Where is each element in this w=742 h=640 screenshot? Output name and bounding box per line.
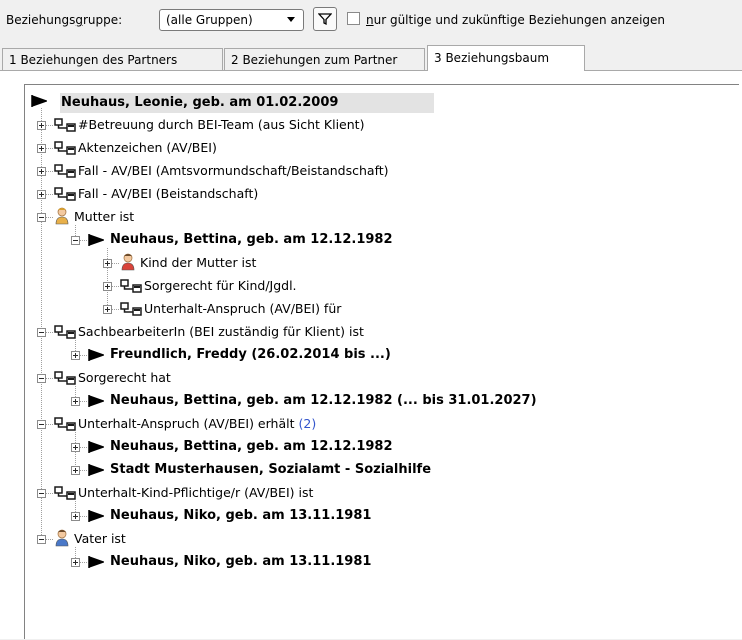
relation-group-select[interactable]: (alle Gruppen) bbox=[159, 9, 304, 31]
tree-node-label: Neuhaus, Bettina, geb. am 12.12.1982 (..… bbox=[110, 393, 537, 408]
expand-icon[interactable] bbox=[71, 443, 80, 452]
relation-icon bbox=[120, 279, 142, 293]
tree-node-label: #Betreuung durch BEI-Team (aus Sicht Kli… bbox=[78, 117, 365, 132]
expand-icon[interactable] bbox=[103, 259, 112, 268]
tab-label: 2 Beziehungen zum Partner bbox=[231, 53, 398, 67]
relation-icon bbox=[54, 486, 76, 500]
mother-icon bbox=[55, 207, 69, 225]
tab-panel: Neuhaus, Leonie, geb. am 01.02.2009 #Betr… bbox=[0, 71, 742, 639]
collapse-icon[interactable] bbox=[37, 213, 46, 222]
expand-icon[interactable] bbox=[37, 190, 46, 199]
only-valid-label[interactable]: nur gültige und zukünftige Beziehungen a… bbox=[366, 13, 665, 27]
relation-group-value: (alle Gruppen) bbox=[166, 13, 253, 27]
filter-icon bbox=[318, 13, 332, 26]
tab-relation-tree[interactable]: 3 Beziehungsbaum bbox=[427, 45, 585, 71]
expand-icon[interactable] bbox=[37, 144, 46, 153]
tree-node-label: SachbearbeiterIn (BEI zuständig für Klie… bbox=[78, 324, 364, 339]
relation-group-label: Beziehungsgruppe: bbox=[6, 13, 123, 27]
tree-node-label: Aktenzeichen (AV/BEI) bbox=[78, 140, 217, 155]
expand-icon[interactable] bbox=[71, 351, 80, 360]
tree-node-label: Stadt Musterhausen, Sozialamt - Sozialhi… bbox=[110, 462, 432, 477]
tab-label: 3 Beziehungsbaum bbox=[434, 51, 550, 65]
person-flag-icon bbox=[88, 463, 106, 477]
tree-node-label: Neuhaus, Bettina, geb. am 12.12.1982 bbox=[110, 232, 393, 247]
expand-icon[interactable] bbox=[71, 558, 80, 567]
expand-icon[interactable] bbox=[71, 512, 80, 521]
child-icon bbox=[121, 253, 135, 271]
tab-bar: 1 Beziehungen des Partners 2 Beziehungen… bbox=[0, 45, 742, 71]
expand-icon[interactable] bbox=[71, 466, 80, 475]
filter-button[interactable] bbox=[313, 7, 337, 31]
person-flag-icon bbox=[88, 440, 106, 454]
relation-icon bbox=[54, 187, 76, 201]
relation-icon bbox=[120, 302, 142, 316]
expand-icon[interactable] bbox=[103, 282, 112, 291]
collapse-icon[interactable] bbox=[37, 374, 46, 383]
tree-node-label: Neuhaus, Leonie, geb. am 01.02.2009 bbox=[61, 95, 339, 110]
person-flag-icon bbox=[88, 555, 106, 569]
tree-node-label: Kind der Mutter ist bbox=[140, 255, 257, 270]
tree-node-label: Unterhalt-Kind-Pflichtige/r (AV/BEI) ist bbox=[78, 485, 314, 500]
tree-node-label: Mutter ist bbox=[74, 209, 135, 224]
tree-node-label: Vater ist bbox=[74, 531, 126, 546]
chevron-down-icon[interactable] bbox=[287, 17, 295, 22]
tree-node-label: Neuhaus, Bettina, geb. am 12.12.1982 bbox=[110, 439, 393, 454]
father-icon bbox=[55, 529, 69, 547]
person-flag-icon bbox=[31, 94, 49, 108]
expand-icon[interactable] bbox=[71, 397, 80, 406]
relation-icon bbox=[54, 141, 76, 155]
count-badge: (2) bbox=[298, 416, 317, 431]
tree-node-label: Unterhalt-Anspruch (AV/BEI) erhält bbox=[78, 416, 295, 431]
relation-icon bbox=[54, 417, 76, 431]
collapse-icon[interactable] bbox=[37, 420, 46, 429]
person-flag-icon bbox=[88, 509, 106, 523]
collapse-icon[interactable] bbox=[71, 236, 80, 245]
tab-partner-relations[interactable]: 1 Beziehungen des Partners bbox=[2, 48, 223, 70]
tree-node-label: Neuhaus, Niko, geb. am 13.11.1981 bbox=[110, 508, 372, 523]
tab-label: 1 Beziehungen des Partners bbox=[9, 53, 178, 67]
tree-node-label: Sorgerecht hat bbox=[78, 370, 171, 385]
tree-node-label: Fall - AV/BEI (Amtsvormundschaft/Beistan… bbox=[78, 163, 389, 178]
toolbar: Beziehungsgruppe: (alle Gruppen) nur gül… bbox=[0, 0, 742, 40]
tree-node-label: Neuhaus, Niko, geb. am 13.11.1981 bbox=[110, 554, 372, 569]
relation-tree[interactable]: Neuhaus, Leonie, geb. am 01.02.2009 #Betr… bbox=[24, 84, 739, 639]
relation-icon bbox=[54, 164, 76, 178]
person-flag-icon bbox=[88, 348, 106, 362]
tree-node-label: Sorgerecht für Kind/Jgdl. bbox=[144, 278, 297, 293]
tree-node-label: Unterhalt-Anspruch (AV/BEI) für bbox=[144, 301, 342, 316]
relation-icon bbox=[54, 371, 76, 385]
tree-node-label: Freundlich, Freddy (26.02.2014 bis ...) bbox=[110, 347, 391, 362]
expand-icon[interactable] bbox=[37, 121, 46, 130]
tab-relations-to-partner[interactable]: 2 Beziehungen zum Partner bbox=[224, 48, 425, 70]
expand-icon[interactable] bbox=[103, 305, 112, 314]
collapse-icon[interactable] bbox=[37, 489, 46, 498]
tree-node-label: Fall - AV/BEI (Beistandschaft) bbox=[78, 186, 259, 201]
collapse-icon[interactable] bbox=[37, 328, 46, 337]
relation-icon bbox=[54, 325, 76, 339]
collapse-icon[interactable] bbox=[37, 535, 46, 544]
relation-icon bbox=[54, 118, 76, 132]
person-flag-icon bbox=[88, 394, 106, 408]
only-valid-checkbox[interactable] bbox=[347, 12, 360, 25]
expand-icon[interactable] bbox=[37, 167, 46, 176]
person-flag-icon bbox=[88, 233, 106, 247]
